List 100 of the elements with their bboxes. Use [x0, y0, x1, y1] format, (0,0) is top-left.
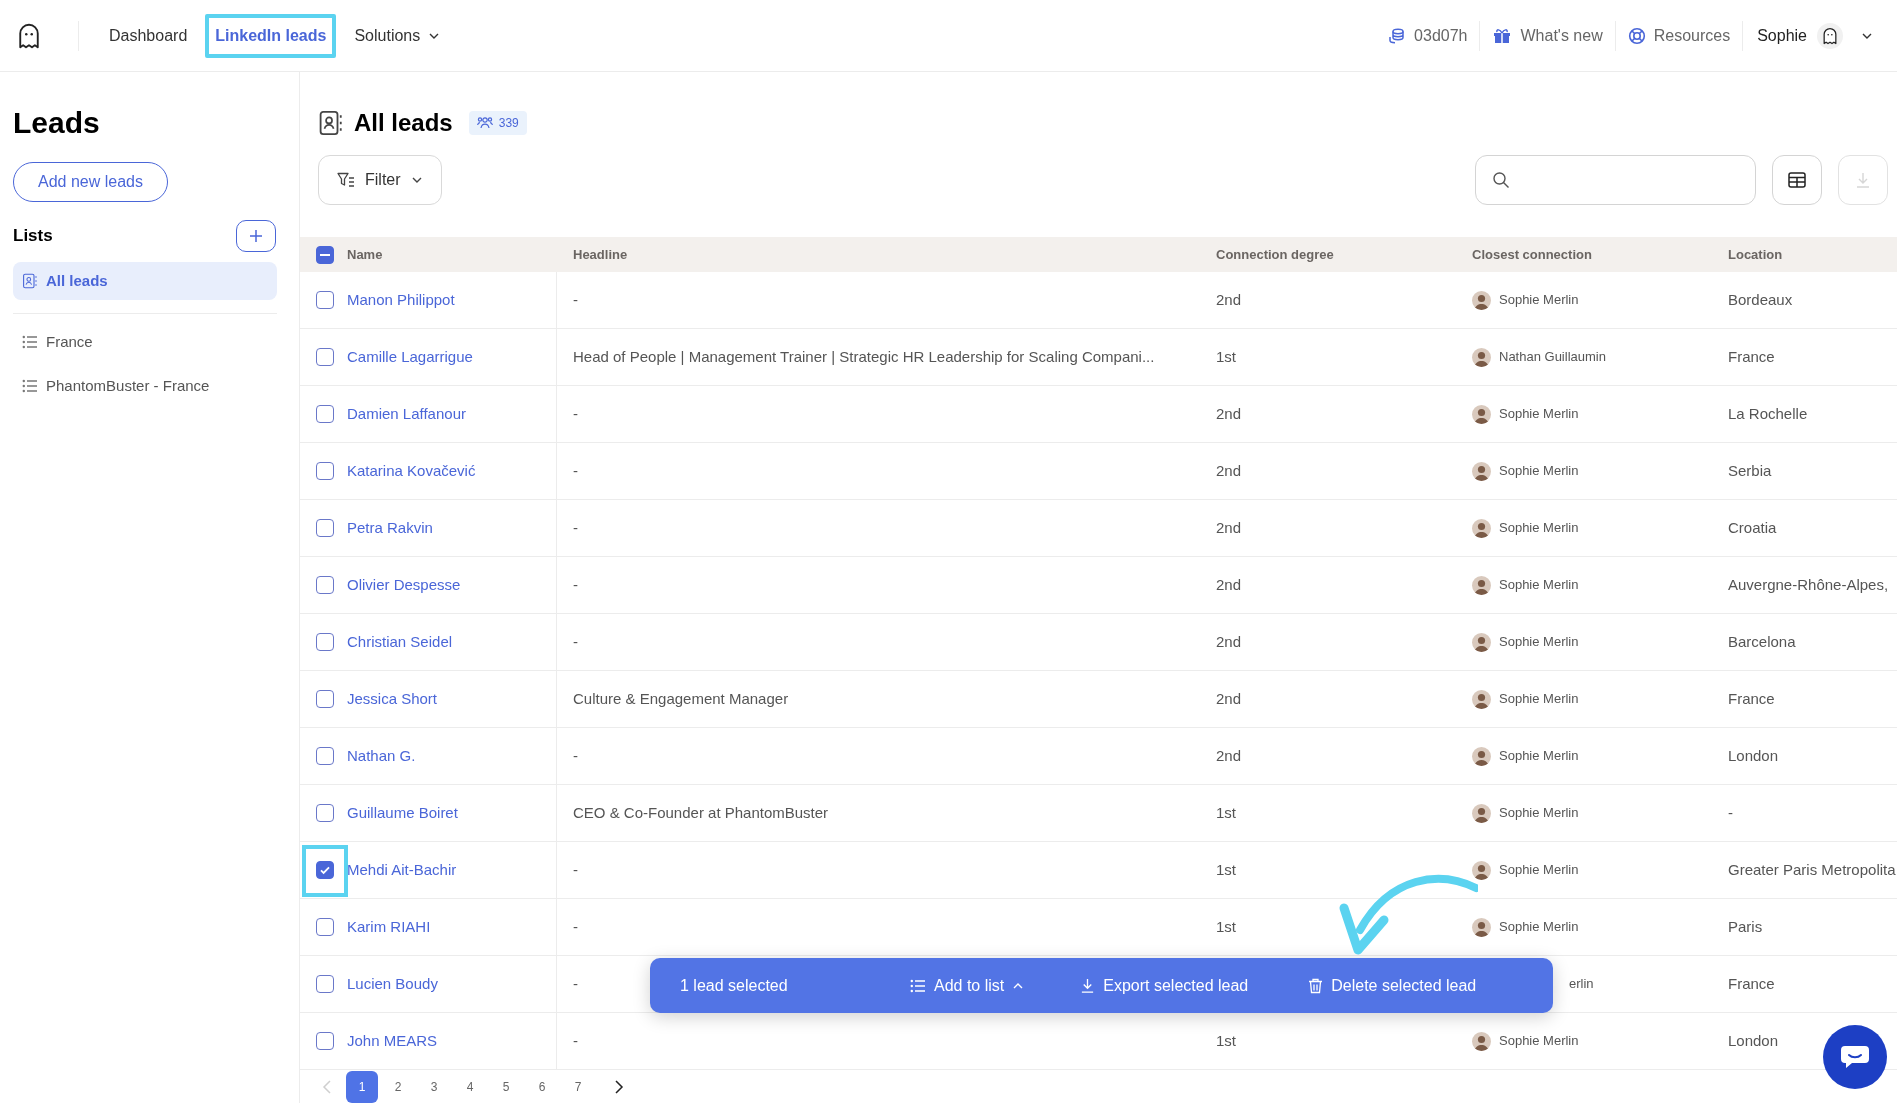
table-cell: 2nd: [1216, 290, 1242, 308]
lead-name-link[interactable]: Jessica Short: [347, 687, 438, 711]
avatar-icon: [1472, 632, 1491, 652]
sidebar-list-item[interactable]: All leads: [13, 262, 277, 300]
lead-name-link[interactable]: Karim RIAHI: [347, 915, 431, 939]
download-icon: [1855, 172, 1871, 188]
nav-link[interactable]: Dashboard: [99, 13, 198, 58]
chat-bubble-icon: [1840, 1044, 1870, 1070]
avatar-icon: [1472, 461, 1491, 481]
avatar-icon: [1472, 1031, 1491, 1051]
action-button[interactable]: Export selected lead: [1080, 973, 1249, 998]
page-button[interactable]: 3: [418, 1070, 450, 1103]
checkbox[interactable]: [316, 519, 334, 537]
lead-count-badge: 339: [468, 111, 527, 135]
connection-name: Sophie Merlin: [1499, 462, 1579, 481]
page-button[interactable]: 6: [526, 1070, 558, 1103]
add-list-button[interactable]: [236, 220, 276, 252]
table-cell: 2nd: [1216, 404, 1242, 422]
page-button[interactable]: 7: [562, 1070, 594, 1103]
checkbox[interactable]: [316, 348, 334, 366]
table-cell: 1st: [1216, 1031, 1236, 1049]
list-icon: [910, 977, 926, 994]
table-cell: 1st: [1216, 917, 1236, 935]
checkbox[interactable]: [316, 245, 334, 264]
connection-name: Sophie Merlin: [1499, 861, 1579, 880]
checkbox[interactable]: [316, 975, 334, 993]
table-cell: -: [573, 974, 578, 992]
lead-name-link[interactable]: John MEARS: [347, 1029, 438, 1053]
action-button[interactable]: Add to list: [910, 973, 1025, 998]
table-cell: -: [573, 860, 578, 878]
lead-name-link[interactable]: Nathan G.: [347, 744, 416, 768]
page-button[interactable]: 1: [346, 1070, 378, 1103]
search-field[interactable]: [1475, 155, 1756, 205]
page-button[interactable]: 5: [490, 1070, 522, 1103]
checkbox[interactable]: [316, 861, 334, 879]
lead-name-link[interactable]: Lucien Boudy: [347, 972, 438, 996]
connection-name: erlin: [1569, 975, 1594, 994]
column-header: Location: [1727, 245, 1784, 264]
credits-button[interactable]: 03d07h: [1378, 23, 1478, 48]
check-icon: [319, 864, 331, 876]
connection-name: Sophie Merlin: [1499, 519, 1579, 538]
table-cell: 2nd: [1216, 689, 1242, 707]
checkbox[interactable]: [316, 633, 334, 651]
table-cell: -: [1728, 803, 1733, 821]
contact-card-icon: [22, 273, 38, 289]
table-cell: Head of People | Management Trainer | Strategic HR Leadership for Scaling Compani...: [573, 347, 1155, 365]
checkbox[interactable]: [316, 576, 334, 594]
table-cell: 1st: [1216, 860, 1236, 878]
checkbox[interactable]: [316, 462, 334, 480]
lead-name-link[interactable]: Christian Seidel: [347, 630, 453, 654]
avatar-icon: [1472, 518, 1491, 538]
page-button[interactable]: 4: [454, 1070, 486, 1103]
connection-name: Sophie Merlin: [1499, 1032, 1579, 1051]
checkbox[interactable]: [316, 405, 334, 423]
connection-name: Sophie Merlin: [1499, 747, 1579, 766]
table-cell: -: [573, 632, 578, 650]
whats-new-button[interactable]: What's new: [1482, 23, 1613, 48]
checkbox[interactable]: [316, 804, 334, 822]
table-cell: Barcelona: [1728, 632, 1796, 650]
connection-name: Sophie Merlin: [1499, 804, 1579, 823]
column-header: Headline: [572, 245, 629, 264]
checkbox[interactable]: [316, 918, 334, 936]
chevron-right-icon: [614, 1079, 624, 1094]
table-view-button[interactable]: [1772, 155, 1822, 205]
column-header: Connection degree: [1215, 245, 1335, 264]
sidebar-list-item[interactable]: France: [13, 323, 277, 361]
checkbox[interactable]: [316, 690, 334, 708]
column-header: Name: [347, 245, 383, 264]
user-menu-button[interactable]: Sophie: [1745, 22, 1873, 49]
sidebar-list-item[interactable]: PhantomBuster - France: [13, 367, 277, 405]
lead-name-link[interactable]: Katarina Kovačević: [347, 459, 476, 483]
table-cell: France: [1728, 689, 1775, 707]
table-cell: Serbia: [1728, 461, 1772, 479]
table-cell: France: [1728, 974, 1775, 992]
nav-link[interactable]: LinkedIn leads: [205, 13, 337, 58]
checkbox[interactable]: [316, 291, 334, 309]
page-title: Leads: [13, 108, 101, 138]
lead-name-link[interactable]: Petra Rakvin: [347, 516, 433, 540]
table-cell: La Rochelle: [1728, 404, 1808, 422]
lead-name-link[interactable]: Damien Laffanour: [347, 402, 466, 426]
table-cell: -: [573, 746, 578, 764]
action-button[interactable]: Delete selected lead: [1308, 973, 1477, 998]
lead-name-link[interactable]: Olivier Despesse: [347, 573, 461, 597]
table-cell: CEO & Co-Founder at PhantomBuster: [573, 803, 829, 821]
page-button[interactable]: 2: [382, 1070, 414, 1103]
table-cell: 2nd: [1216, 575, 1242, 593]
table-cell: France: [1728, 347, 1775, 365]
resources-button[interactable]: Resources: [1617, 23, 1741, 48]
lead-name-link[interactable]: Camille Lagarrigue: [347, 345, 473, 369]
nav-link[interactable]: Solutions: [344, 13, 451, 58]
lead-name-link[interactable]: Mehdi Ait-Bachir: [347, 858, 457, 882]
filter-button[interactable]: Filter: [318, 155, 442, 205]
checkbox[interactable]: [316, 1032, 334, 1050]
checkbox[interactable]: [316, 747, 334, 765]
filter-icon: [337, 172, 355, 188]
lifebuoy-icon: [1627, 26, 1646, 45]
chevron-left-icon: [322, 1079, 332, 1094]
lead-name-link[interactable]: Manon Philippot: [347, 288, 455, 312]
avatar-icon: [1472, 347, 1491, 367]
lead-name-link[interactable]: Guillaume Boiret: [347, 801, 458, 825]
